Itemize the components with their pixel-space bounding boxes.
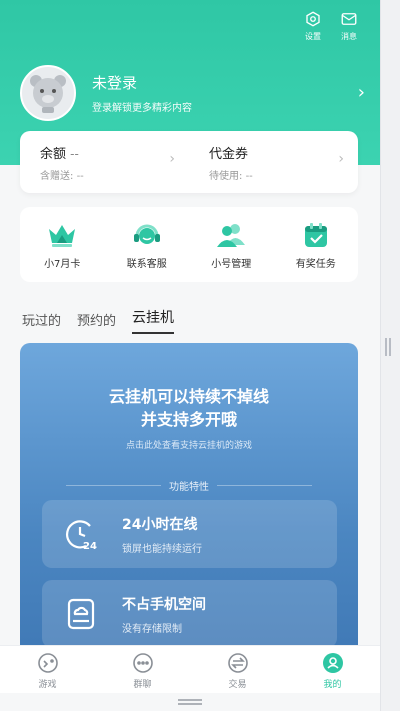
chevron-right-icon: › xyxy=(357,82,365,103)
balance-value: -- xyxy=(70,147,79,161)
profile-subtitle: 登录解锁更多精彩内容 xyxy=(92,102,192,114)
voucher-cell[interactable]: 代金券 待使用: -- › xyxy=(189,131,358,193)
voucher-pending-label: 待使用: xyxy=(209,171,243,182)
nav-trade[interactable]: 交易 xyxy=(190,646,285,693)
profile-name: 未登录 xyxy=(92,73,138,92)
game-icon xyxy=(37,653,58,673)
cloud-supported-games-link[interactable]: 点击此处查看支持云挂机的游戏 xyxy=(20,438,358,451)
crown-icon xyxy=(49,225,76,247)
scrollbar-handle[interactable] xyxy=(385,338,391,356)
quick-item-label: 小号管理 xyxy=(211,259,252,270)
task-calendar-icon xyxy=(304,223,327,247)
quick-item-reward-tasks[interactable]: 有奖任务 xyxy=(274,207,359,282)
quick-item-monthly-card[interactable]: 小7月卡 xyxy=(20,207,105,282)
cloud-title-line2: 并支持多开哦 xyxy=(140,410,237,429)
cloud-title-line1: 云挂机可以持续不掉线 xyxy=(108,387,269,406)
voucher-pending-value: -- xyxy=(245,171,253,182)
chat-icon xyxy=(132,653,153,673)
headset-icon xyxy=(133,224,160,244)
features-heading: 功能特性 xyxy=(20,478,358,493)
feature-desc: 没有存储限制 xyxy=(122,623,182,635)
quick-item-label: 小7月卡 xyxy=(44,259,81,270)
bear-avatar-icon xyxy=(30,74,66,113)
quick-item-customer-service[interactable]: 联系客服 xyxy=(105,207,190,282)
nav-group-chat[interactable]: 群聊 xyxy=(95,646,190,693)
profile-login-row[interactable]: 未登录 登录解锁更多精彩内容 › xyxy=(20,64,365,121)
feature-card: 不占手机空间 没有存储限制 xyxy=(42,580,337,648)
cloud-storage-icon xyxy=(67,598,95,630)
home-handle[interactable] xyxy=(178,699,202,705)
quick-item-label: 有奖任务 xyxy=(295,259,336,270)
divider xyxy=(66,485,161,486)
voucher-title: 代金券 xyxy=(209,147,249,162)
quick-menu: 小7月卡 联系客服 小号管理 有奖任务 xyxy=(20,207,358,282)
gear-icon xyxy=(306,11,320,27)
balance-cell[interactable]: 余额 -- 含赠送: -- › xyxy=(20,131,189,193)
balance-title: 余额 xyxy=(40,147,67,162)
nav-games[interactable]: 游戏 xyxy=(0,646,95,693)
tab-reserved[interactable]: 预约的 xyxy=(77,310,116,334)
svg-text:24: 24 xyxy=(83,541,97,551)
balance-gift-value: -- xyxy=(76,171,84,182)
nav-label: 群聊 xyxy=(133,680,152,690)
feature-title: 24小时在线 xyxy=(122,516,198,533)
accounts-icon xyxy=(217,224,246,247)
avatar[interactable] xyxy=(20,64,76,121)
nav-profile[interactable]: 我的 xyxy=(285,646,380,693)
app-screen: 设置 消息 未登录 登录解锁更多精彩内容 › 余额 -- 含赠送: -- › 代… xyxy=(0,0,380,711)
tab-cloud-hosting[interactable]: 云挂机 xyxy=(132,307,175,334)
feature-title: 不占手机空间 xyxy=(122,596,206,613)
mail-icon xyxy=(341,13,357,25)
feature-desc: 锁屏也能持续运行 xyxy=(122,543,202,555)
game-tabs: 玩过的 预约的 云挂机 xyxy=(22,307,175,334)
top-actions: 设置 消息 xyxy=(300,10,362,42)
feature-card: 24 24小时在线 锁屏也能持续运行 xyxy=(42,500,337,568)
cloud-hosting-panel[interactable]: 云挂机可以持续不掉线 并支持多开哦 点击此处查看支持云挂机的游戏 功能特性 24… xyxy=(20,343,358,663)
chevron-right-icon: › xyxy=(169,151,175,167)
nav-label: 交易 xyxy=(228,680,247,690)
nav-label: 我的 xyxy=(323,680,342,690)
trade-icon xyxy=(227,653,248,673)
messages-label: 消息 xyxy=(341,32,357,41)
profile-icon xyxy=(322,653,343,673)
divider xyxy=(217,485,312,486)
nav-label: 游戏 xyxy=(38,680,57,690)
quick-item-account-manage[interactable]: 小号管理 xyxy=(189,207,274,282)
system-nav-bar xyxy=(0,693,380,711)
bottom-nav: 游戏 群聊 交易 我的 xyxy=(0,645,380,693)
balance-gift-label: 含赠送: xyxy=(40,171,74,182)
settings-label: 设置 xyxy=(305,32,321,41)
balance-card: 余额 -- 含赠送: -- › 代金券 待使用: -- › xyxy=(20,131,358,193)
messages-button[interactable]: 消息 xyxy=(336,10,362,42)
chevron-right-icon: › xyxy=(338,151,344,167)
features-heading-label: 功能特性 xyxy=(169,482,209,493)
tab-played[interactable]: 玩过的 xyxy=(22,310,61,334)
quick-item-label: 联系客服 xyxy=(126,259,167,270)
cloud-title: 云挂机可以持续不掉线 并支持多开哦 xyxy=(20,385,358,431)
clock-24-icon: 24 xyxy=(66,520,97,551)
settings-button[interactable]: 设置 xyxy=(300,10,326,42)
